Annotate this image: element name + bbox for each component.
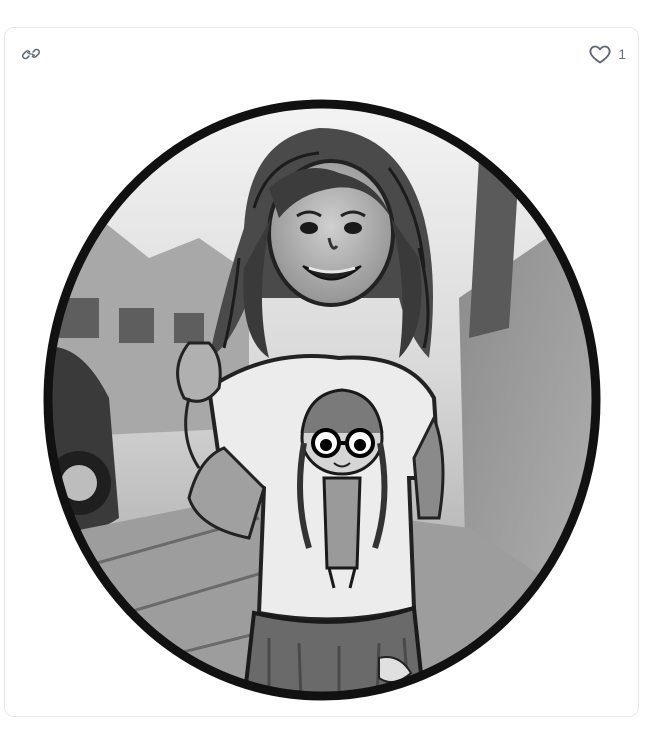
like-button[interactable] bbox=[588, 42, 612, 66]
card-toolbar: 1 bbox=[5, 28, 638, 78]
image-card: 1 bbox=[4, 27, 639, 717]
link-button[interactable] bbox=[19, 42, 43, 66]
sketch-portrait-image bbox=[43, 99, 601, 701]
circular-photo[interactable] bbox=[39, 98, 605, 702]
like-group: 1 bbox=[588, 41, 626, 67]
like-count: 1 bbox=[618, 46, 626, 62]
heart-outline-icon bbox=[589, 45, 611, 64]
link-icon bbox=[22, 48, 40, 60]
